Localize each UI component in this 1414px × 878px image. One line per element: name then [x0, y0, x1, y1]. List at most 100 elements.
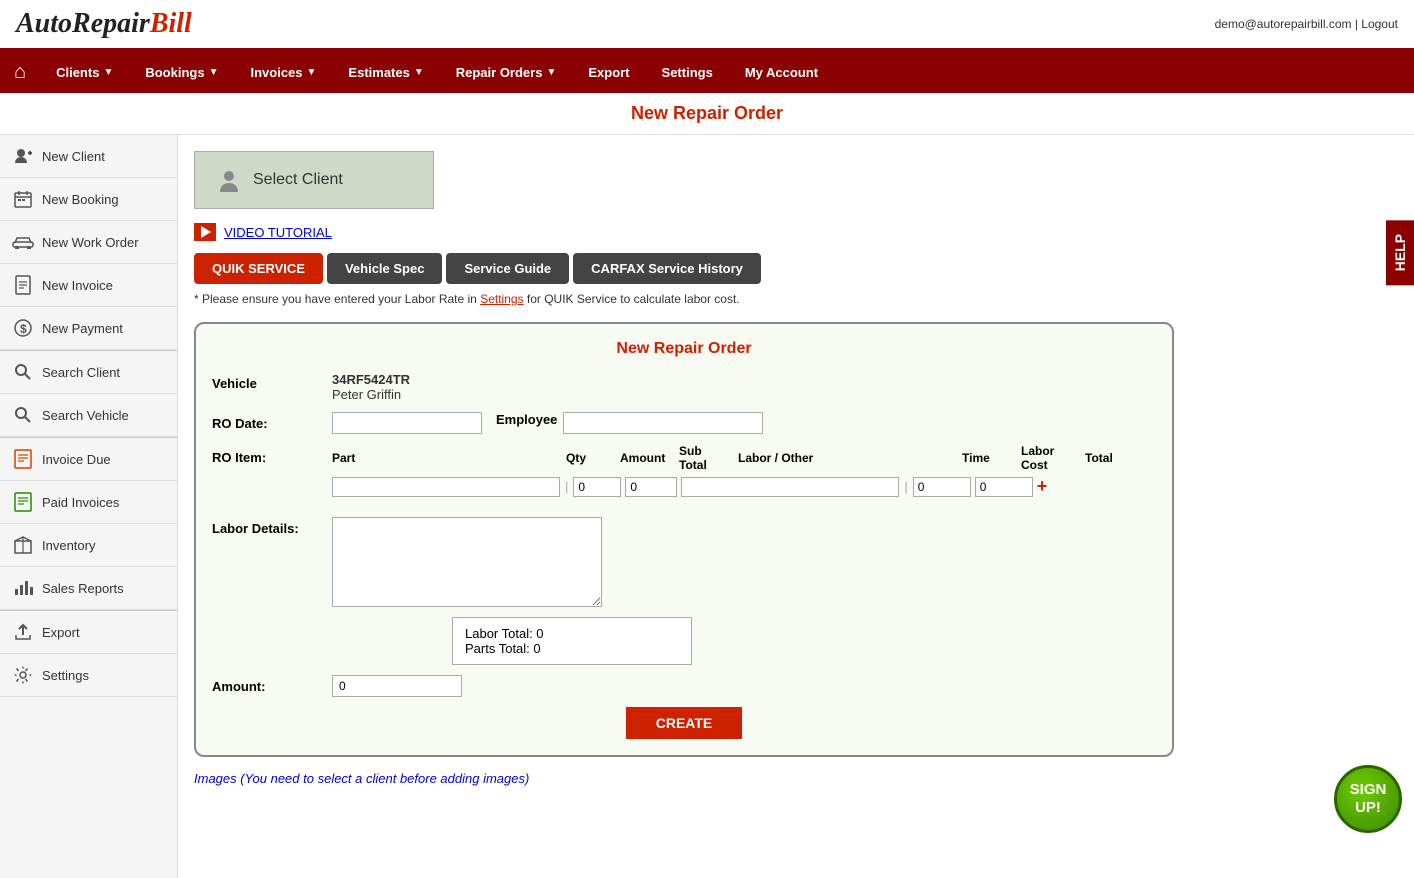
chart-icon — [12, 577, 34, 599]
table-row: | | + — [332, 476, 1145, 497]
labor-details-label: Labor Details: — [212, 517, 332, 536]
search-icon — [12, 361, 34, 383]
nav-clients[interactable]: Clients ▼ — [40, 51, 129, 93]
final-amount-input[interactable] — [332, 675, 462, 697]
create-button[interactable]: CREATE — [626, 707, 743, 739]
export-icon — [12, 621, 34, 643]
page-title: New Repair Order — [0, 93, 1414, 135]
sidebar-item-paid-invoices[interactable]: Paid Invoices — [0, 481, 177, 524]
col-qty-header: Qty — [566, 451, 616, 465]
col-total-header: Total — [1085, 451, 1145, 465]
vehicle-row: Vehicle 34RF5424TR Peter Griffin — [212, 372, 1156, 402]
nav-repair-orders[interactable]: Repair Orders ▼ — [440, 51, 573, 93]
labor-details-textarea[interactable] — [332, 517, 602, 607]
nav-my-account[interactable]: My Account — [729, 51, 834, 93]
form-card: New Repair Order Vehicle 34RF5424TR Pete… — [194, 322, 1174, 757]
date-employee-row: RO Date: Employee — [212, 412, 1156, 434]
notice-text: * Please ensure you have entered your La… — [194, 292, 1398, 306]
amount-row: Amount: — [212, 675, 1156, 697]
chevron-down-icon: ▼ — [307, 67, 317, 78]
video-tutorial-link[interactable]: VIDEO TUTORIAL — [194, 223, 1398, 241]
nav-bookings[interactable]: Bookings ▼ — [129, 51, 234, 93]
help-tab[interactable]: HELP — [1386, 220, 1414, 285]
user-info: demo@autorepairbill.com | Logout — [1215, 17, 1398, 31]
box-icon — [12, 534, 34, 556]
sidebar-item-new-booking[interactable]: New Booking — [0, 178, 177, 221]
nav-invoices[interactable]: Invoices ▼ — [234, 51, 332, 93]
sidebar-item-search-client[interactable]: Search Client — [0, 351, 177, 394]
part-input[interactable] — [332, 477, 560, 497]
amount-input[interactable] — [625, 477, 677, 497]
add-row-button[interactable]: + — [1037, 476, 1048, 497]
sidebar-item-inventory[interactable]: Inventory — [0, 524, 177, 567]
col-amount-header: Amount — [620, 451, 675, 465]
svg-text:$: $ — [20, 322, 27, 336]
nav-estimates[interactable]: Estimates ▼ — [332, 51, 439, 93]
ro-date-input[interactable] — [332, 412, 482, 434]
totals-box: Labor Total: 0 Parts Total: 0 — [452, 617, 692, 665]
vehicle-value: 34RF5424TR Peter Griffin — [332, 372, 410, 402]
nav-export[interactable]: Export — [572, 51, 645, 93]
tab-vehicle-spec[interactable]: Vehicle Spec — [327, 253, 443, 284]
col-labor-header: Labor / Other — [738, 451, 958, 465]
logo: AutoRepairBill — [16, 8, 192, 40]
signup-button[interactable]: SIGNUP! — [1334, 765, 1402, 833]
tab-carfax[interactable]: CARFAX Service History — [573, 253, 761, 284]
person-icon — [215, 166, 243, 194]
nav-settings[interactable]: Settings — [646, 51, 729, 93]
col-part-header: Part — [332, 451, 562, 465]
sidebar-item-invoice-due[interactable]: Invoice Due — [0, 438, 177, 481]
employee-input[interactable] — [563, 412, 763, 434]
settings-link[interactable]: Settings — [480, 292, 523, 306]
search-car-icon — [12, 404, 34, 426]
tab-quik-service[interactable]: QUIK SERVICE — [194, 253, 323, 284]
ro-date-label: RO Date: — [212, 412, 332, 431]
person-add-icon — [12, 145, 34, 167]
form-card-title: New Repair Order — [212, 340, 1156, 358]
doc-icon — [12, 274, 34, 296]
laborcost-input[interactable] — [913, 477, 971, 497]
chevron-down-icon: ▼ — [414, 67, 424, 78]
content-area: New Client New Booking — [0, 135, 1414, 878]
sidebar-item-new-invoice[interactable]: New Invoice — [0, 264, 177, 307]
paid-icon — [12, 491, 34, 513]
home-button[interactable]: ⌂ — [0, 51, 40, 93]
main-content: Select Client VIDEO TUTORIAL QUIK SERVIC… — [178, 135, 1414, 878]
sidebar-item-export[interactable]: Export — [0, 611, 177, 654]
sidebar-item-settings[interactable]: Settings — [0, 654, 177, 697]
sidebar-item-new-client[interactable]: New Client — [0, 135, 177, 178]
chevron-down-icon: ▼ — [103, 67, 113, 78]
car-icon — [12, 231, 34, 253]
invoice-due-icon — [12, 448, 34, 470]
dollar-icon: $ — [12, 317, 34, 339]
sidebar-item-new-payment[interactable]: $ New Payment — [0, 307, 177, 350]
total-input[interactable] — [975, 477, 1033, 497]
video-icon — [194, 223, 216, 241]
main-nav: ⌂ Clients ▼ Bookings ▼ Invoices ▼ Estima… — [0, 51, 1414, 93]
employee-label: Employee — [496, 412, 557, 427]
images-notice: Images (You need to select a client befo… — [194, 771, 1398, 786]
labor-input[interactable] — [681, 477, 899, 497]
qty-input[interactable] — [573, 477, 621, 497]
amount-label: Amount: — [212, 675, 332, 694]
sidebar-item-new-work-order[interactable]: New Work Order — [0, 221, 177, 264]
ro-item-row: RO Item: Part Qty Amount SubTotal Labor … — [212, 444, 1156, 507]
sidebar-item-sales-reports[interactable]: Sales Reports — [0, 567, 177, 610]
labor-total: Labor Total: 0 — [465, 626, 679, 641]
top-bar: AutoRepairBill demo@autorepairbill.com |… — [0, 0, 1414, 51]
create-btn-row: CREATE — [212, 707, 1156, 739]
gear-icon — [12, 664, 34, 686]
chevron-down-icon: ▼ — [209, 67, 219, 78]
ro-item-table: Part Qty Amount SubTotal Labor / Other T… — [332, 444, 1145, 497]
vehicle-label: Vehicle — [212, 372, 332, 391]
tab-bar: QUIK SERVICE Vehicle Spec Service Guide … — [194, 253, 1398, 284]
calendar-icon — [12, 188, 34, 210]
tab-service-guide[interactable]: Service Guide — [446, 253, 569, 284]
select-client-button[interactable]: Select Client — [194, 151, 434, 209]
chevron-down-icon: ▼ — [546, 67, 556, 78]
ro-item-label: RO Item: — [212, 444, 332, 465]
col-time-header: Time — [962, 451, 1017, 465]
col-laborcost-header: LaborCost — [1021, 444, 1081, 472]
labor-details-row: Labor Details: — [212, 517, 1156, 607]
sidebar-item-search-vehicle[interactable]: Search Vehicle — [0, 394, 177, 437]
